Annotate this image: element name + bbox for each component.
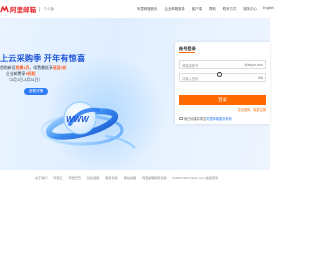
account-field[interactable]: 邮箱或账号 @aliyun.com: [179, 60, 266, 69]
top-header: 阿里邮箱 个人版 阿里邮箱首页 企业邮箱登录 客户端 帮助 联系方式 服务中心 …: [0, 0, 274, 18]
aliyun-logo-icon: [0, 5, 9, 14]
promo-text: ，续费最低享: [29, 65, 53, 70]
footer: 关于我们 阿里云 阿里巴巴 隐私政策 服务条款 网站地图 阿里邮箱服务条款 ©2…: [0, 170, 270, 270]
logo[interactable]: 阿里邮箱 个人版: [0, 3, 54, 15]
footer-link-aliyun[interactable]: 阿里云: [53, 175, 62, 180]
footer-link-mail-terms[interactable]: 阿里邮箱服务条款: [142, 175, 167, 180]
promo-text: 邮费享: [13, 71, 26, 76]
footer-link-privacy[interactable]: 隐私政策: [87, 175, 99, 180]
footer-link-terms[interactable]: 服务条款: [105, 175, 117, 180]
footer-links: 关于我们 阿里云 阿里巴巴 隐私政策 服务条款 网站地图 阿里邮箱服务条款 ©2…: [0, 175, 270, 180]
login-button[interactable]: 登录: [179, 95, 266, 105]
top-nav: 阿里邮箱首页 企业邮箱登录 客户端 帮助 联系方式 服务中心 English: [137, 6, 274, 11]
nav-item-client[interactable]: 客户端: [192, 6, 202, 11]
register-link[interactable]: 免费注册: [253, 108, 266, 112]
footer-link-about[interactable]: 关于我们: [35, 175, 47, 180]
keyboard-icon[interactable]: ⌨: [258, 76, 263, 80]
agreement-checkbox[interactable]: [179, 116, 183, 121]
nav-item-contact[interactable]: 联系方式: [223, 6, 237, 11]
promo-highlight: 低至5折: [52, 65, 67, 70]
footer-link-sitemap[interactable]: 网站地图: [124, 175, 136, 180]
password-placeholder: 请输入密码: [182, 77, 199, 81]
promo-title: 上云采购季 开年有惊喜: [0, 54, 86, 63]
login-card: 账号登录 邮箱或账号 @aliyun.com 请输入密码 ⌨ 登录 忘记密码 免…: [175, 42, 270, 124]
footer-link-alibaba[interactable]: 阿里巴巴: [69, 175, 81, 180]
terms-link[interactable]: 阿里邮箱服务条款: [206, 116, 232, 121]
promo-text: 企业: [6, 71, 14, 76]
account-placeholder: 邮箱或账号: [182, 64, 199, 68]
nav-item-enterprise-login[interactable]: 企业邮箱登录: [164, 6, 184, 11]
agreement-row: 我已阅读并同意 阿里邮箱服务条款: [179, 116, 232, 121]
promo-highlight: 9折起: [25, 71, 36, 76]
www-art-text: WWW: [66, 115, 90, 124]
promo-line-3: （3月1日-3月31日）: [7, 77, 43, 82]
login-links: 忘记密码 免费注册: [179, 107, 266, 112]
nav-item-service-center[interactable]: 服务中心: [243, 6, 257, 11]
nav-item-home[interactable]: 阿里邮箱首页: [137, 6, 157, 11]
password-field[interactable]: 请输入密码 ⌨: [179, 73, 266, 82]
login-tab-indicator: [179, 52, 195, 53]
logo-subtitle: 个人版: [39, 6, 54, 12]
footer-copyright: ©2009-2023 Aliyun.com 版权所有: [171, 176, 219, 180]
promo-text: 首购新设: [0, 65, 16, 70]
logo-text: 阿里邮箱: [10, 6, 37, 14]
nav-item-english[interactable]: English: [263, 6, 274, 11]
domain-suffix: @aliyun.com: [244, 63, 263, 67]
www-ring-illustration: WWW: [40, 101, 136, 149]
agreement-text: 我已阅读并同意: [184, 117, 207, 121]
promo-highlight: 免费1月: [15, 65, 30, 70]
nav-item-help[interactable]: 帮助: [209, 6, 216, 11]
forgot-password-link[interactable]: 忘记密码: [238, 108, 251, 112]
mouse-cursor-icon: [217, 72, 222, 77]
